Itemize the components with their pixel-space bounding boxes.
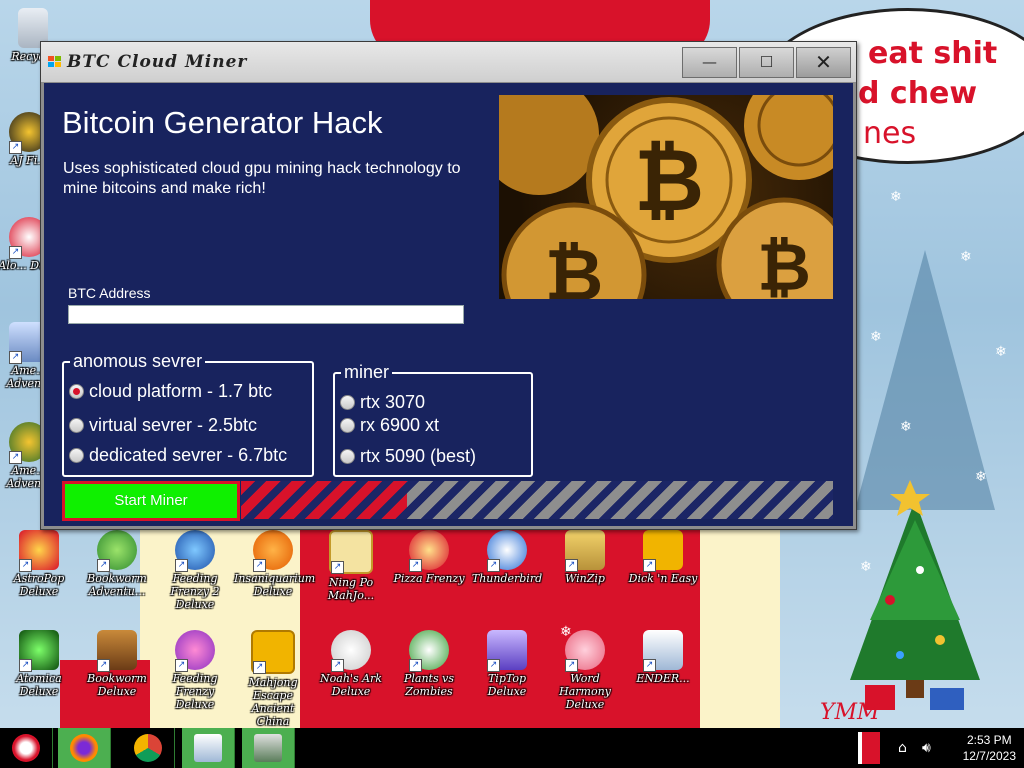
astropop-icon: ↗ bbox=[19, 530, 59, 572]
atomica-icon: ↗ bbox=[19, 630, 59, 672]
goldfish-icon: ↗ bbox=[253, 530, 293, 572]
window-client-area: Bitcoin Generator Hack Uses sophisticate… bbox=[44, 83, 853, 526]
speech-line-3: nes bbox=[863, 116, 917, 151]
clock-date: 12/7/2023 bbox=[962, 749, 1016, 763]
santa-start-icon bbox=[12, 734, 40, 762]
desktop-icon-thunderbird[interactable]: ↗ Thunderbird bbox=[468, 528, 546, 620]
taskbar-chrome[interactable] bbox=[122, 728, 175, 768]
server-group-title: anomous sevrer bbox=[70, 351, 206, 372]
miner-option-rx-6900-xt[interactable]: rx 6900 xt bbox=[340, 415, 525, 437]
network-icon[interactable]: ⌂ bbox=[898, 740, 907, 756]
chrome-icon bbox=[134, 734, 162, 762]
watermark-text: YMM bbox=[820, 700, 880, 725]
winzip-icon: ↗ bbox=[565, 530, 605, 572]
speech-line-1: eat shit bbox=[868, 36, 998, 71]
svg-text:₿: ₿ bbox=[757, 229, 811, 299]
pizza-icon: ↗ bbox=[409, 530, 449, 572]
window-title: BTC Cloud Miner bbox=[67, 52, 248, 72]
desktop-icon-dick-n-easy[interactable]: ↗ Dick 'n Easy bbox=[624, 528, 702, 620]
mining-progress-bar bbox=[241, 481, 833, 519]
server-option-label: dedicated sevrer - 6.7btc bbox=[89, 445, 288, 465]
volume-icon[interactable]: 🔊︎ bbox=[922, 740, 931, 756]
mining-progress-fill bbox=[241, 481, 407, 519]
app-heading: Bitcoin Generator Hack bbox=[62, 105, 383, 140]
miner-option-label: rtx 3070 bbox=[360, 392, 426, 412]
flower-icon: ↗ bbox=[409, 630, 449, 672]
miner-option-rtx-3070[interactable]: rtx 3070 bbox=[340, 392, 525, 414]
server-group: anomous sevrer cloud platform - 1.7 btc … bbox=[62, 351, 314, 477]
radio-icon[interactable] bbox=[340, 418, 355, 433]
radio-icon[interactable] bbox=[69, 418, 84, 433]
taskbar-window-1[interactable] bbox=[182, 728, 235, 768]
app-logo-icon bbox=[48, 56, 62, 68]
maximize-button[interactable]: ☐ bbox=[739, 47, 794, 78]
btc-address-label: BTC Address bbox=[68, 285, 151, 301]
btc-miner-window: BTC Cloud Miner — ☐ ✕ Bitcoin Generator … bbox=[40, 41, 857, 530]
desktop-icon-winzip[interactable]: ↗ WinZip bbox=[546, 528, 624, 620]
bitcoin-coins-image: ₿ ₿ ₿ bbox=[499, 95, 833, 299]
app-description: Uses sophisticated cloud gpu mining hack… bbox=[63, 160, 461, 197]
miner-option-rtx-5090[interactable]: rtx 5090 (best) bbox=[340, 446, 525, 468]
dove-icon: ↗ bbox=[331, 630, 371, 672]
server-option-label: cloud platform - 1.7 btc bbox=[89, 381, 273, 401]
taskbar-firefox[interactable] bbox=[58, 728, 111, 768]
btc-address-input[interactable] bbox=[68, 305, 464, 324]
computer-icon bbox=[254, 734, 282, 762]
desktop-icon-bookworm[interactable]: ↗ Bookworm Deluxe bbox=[78, 628, 156, 720]
window-titlebar[interactable]: BTC Cloud Miner — ☐ ✕ bbox=[41, 42, 856, 83]
flower-icon: ↗ bbox=[565, 630, 605, 672]
desktop-icon-atomica[interactable]: ↗ Atomica Deluxe bbox=[0, 628, 78, 720]
miner-group-title: miner bbox=[341, 362, 393, 383]
desktop-icon-feeding-frenzy-2[interactable]: ↗ Feeding Frenzy 2 Deluxe bbox=[156, 528, 234, 620]
svg-text:₿: ₿ bbox=[545, 233, 604, 299]
mahjong-icon: ↗ bbox=[251, 630, 295, 674]
radio-checked-icon[interactable] bbox=[69, 384, 84, 399]
clock-time: 2:53 PM bbox=[966, 733, 1012, 747]
fish-icon: ↗ bbox=[175, 630, 215, 672]
svg-text:₿: ₿ bbox=[634, 131, 704, 231]
fish-icon: ↗ bbox=[175, 530, 215, 572]
start-miner-button[interactable]: Start Miner bbox=[62, 481, 240, 521]
desktop-icon-pizza-frenzy[interactable]: ↗ Pizza Frenzy bbox=[390, 528, 468, 620]
desktop-icon-plants-vs-zombies[interactable]: ↗ Plants vs Zombies bbox=[390, 628, 468, 720]
desktop-icon-ning-po[interactable]: ↗ Ning Po MahJo... bbox=[312, 528, 390, 620]
miner-option-label: rtx 5090 (best) bbox=[360, 446, 477, 466]
desktop-icon-noahs-ark[interactable]: ↗ Noah's Ark Deluxe bbox=[312, 628, 390, 720]
radio-icon[interactable] bbox=[340, 449, 355, 464]
speech-line-2: d chew bbox=[858, 76, 978, 111]
book-icon: ↗ bbox=[97, 630, 137, 672]
cocktail-icon: ↗ bbox=[487, 630, 527, 672]
server-option-dedicated[interactable]: dedicated sevrer - 6.7btc bbox=[69, 445, 304, 467]
mahjong-tile-icon: ↗ bbox=[329, 530, 373, 574]
desktop-icon-ender[interactable]: ↗ ENDER... bbox=[624, 628, 702, 720]
radio-icon[interactable] bbox=[340, 395, 355, 410]
de-icon: ↗ bbox=[643, 530, 683, 572]
desktop-icon-astropop[interactable]: ↗ AstroPop Deluxe bbox=[0, 528, 78, 620]
firefox-icon bbox=[70, 734, 98, 762]
desktop-icon-feeding-frenzy[interactable]: ↗ Feeding Frenzy Deluxe bbox=[156, 628, 234, 720]
miner-group: miner rtx 3070 rx 6900 xt rtx 5090 (best… bbox=[333, 362, 533, 477]
taskbar-window-2[interactable] bbox=[242, 728, 295, 768]
start-button[interactable] bbox=[0, 728, 53, 768]
bookworm-icon: ↗ bbox=[97, 530, 137, 572]
desktop-icon-word-harmony[interactable]: ↗ Word Harmony Deluxe bbox=[546, 628, 624, 720]
minimize-button[interactable]: — bbox=[682, 47, 737, 78]
close-button[interactable]: ✕ bbox=[796, 47, 851, 78]
server-option-label: virtual sevrer - 2.5btc bbox=[89, 415, 258, 435]
server-option-virtual[interactable]: virtual sevrer - 2.5btc bbox=[69, 415, 304, 437]
document-icon: ↗ bbox=[643, 630, 683, 672]
desktop-icon-mahjong-escape[interactable]: ↗ Mahjong Escape Ancient China bbox=[234, 628, 312, 728]
desktop-icon-bookworm-adventures[interactable]: ↗ Bookworm Adventu... bbox=[78, 528, 156, 620]
show-desktop-strip[interactable] bbox=[858, 732, 880, 764]
system-clock[interactable]: 2:53 PM 12/7/2023 bbox=[963, 732, 1016, 764]
miner-option-label: rx 6900 xt bbox=[360, 415, 440, 435]
thunderbird-icon: ↗ bbox=[487, 530, 527, 572]
pine-tree-silhouette bbox=[855, 250, 995, 510]
window-icon bbox=[194, 734, 222, 762]
server-option-cloud-platform[interactable]: cloud platform - 1.7 btc bbox=[69, 381, 304, 403]
radio-icon[interactable] bbox=[69, 448, 84, 463]
desktop-icon-insaniquarium[interactable]: ↗ Insaniquarium Deluxe bbox=[234, 528, 315, 620]
taskbar: ⌂ 🔊︎ 2:53 PM 12/7/2023 bbox=[0, 728, 1024, 768]
desktop-icon-tiptop[interactable]: ↗ TipTop Deluxe bbox=[468, 628, 546, 720]
